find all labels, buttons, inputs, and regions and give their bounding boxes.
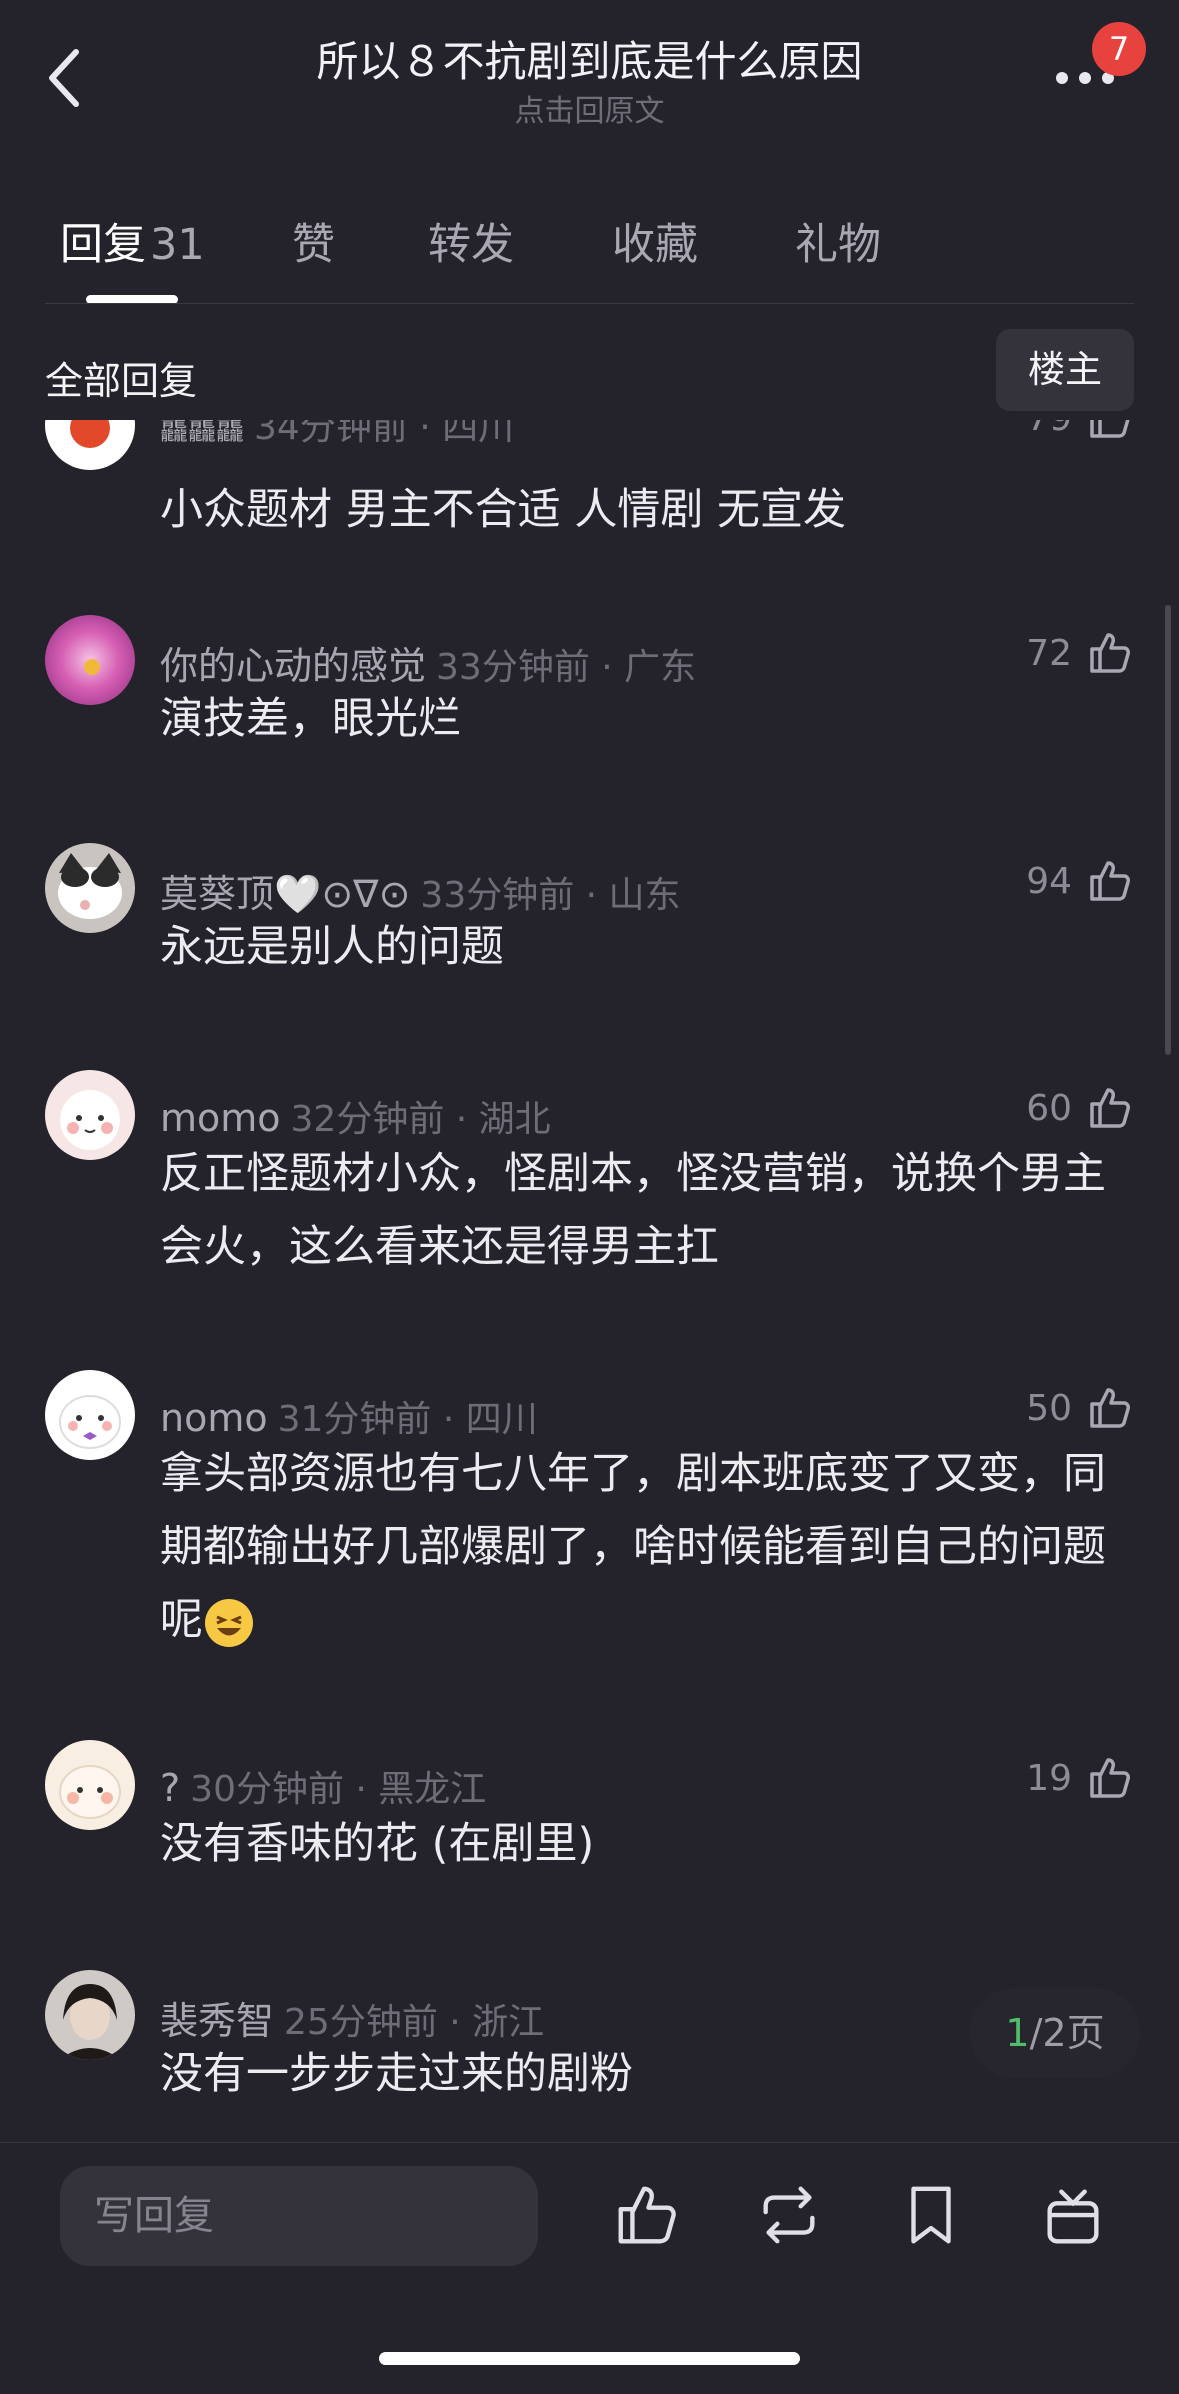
page-current: 1 bbox=[1005, 2011, 1030, 2055]
tab-gifts[interactable]: 礼物 bbox=[795, 210, 881, 272]
comment-time: 33分钟前 · 广东 bbox=[436, 647, 697, 688]
op-only-button[interactable]: 楼主 bbox=[996, 329, 1134, 411]
like-icon bbox=[618, 2186, 676, 2244]
like-count: 72 bbox=[1026, 632, 1072, 674]
comment-username[interactable]: 裴秀智 bbox=[160, 1999, 274, 2043]
home-indicator[interactable] bbox=[379, 2352, 800, 2365]
comment-time: 33分钟前 · 山东 bbox=[420, 875, 681, 916]
comment-time: 31分钟前 · 四川 bbox=[277, 1399, 538, 1440]
comment-list[interactable]: 龘龘龘 34分钟前 · 四川 79 小众题材 男主不合适 人情剧 无宣发 你的心动… bbox=[0, 420, 1179, 2140]
tab-replies-count: 31 bbox=[150, 220, 205, 270]
like-button[interactable]: 94 bbox=[1026, 857, 1134, 905]
like-button[interactable]: 19 bbox=[1026, 1754, 1134, 1802]
avatar[interactable] bbox=[45, 843, 135, 933]
repost-icon bbox=[763, 2186, 815, 2244]
cat-avatar-icon bbox=[58, 853, 122, 919]
thumbs-up-icon bbox=[1090, 861, 1130, 901]
laughing-emoji-icon bbox=[205, 1598, 253, 1647]
page-indicator[interactable]: 1/2页 bbox=[970, 1988, 1140, 2078]
comment-time: 25分钟前 · 浙江 bbox=[284, 2002, 545, 2043]
comment-text-content: 拿头部资源也有七八年了，剧本班底变了又变，同期都输出好几部爆剧了，啥时候能看到自… bbox=[160, 1449, 1106, 1645]
person-avatar-icon bbox=[59, 1984, 121, 2060]
comment-meta: 龘龘龘 34分钟前 · 四川 bbox=[160, 420, 514, 450]
like-count: 19 bbox=[1026, 1757, 1072, 1799]
comment-meta: 裴秀智 25分钟前 · 浙江 bbox=[160, 1990, 544, 2045]
comment-username[interactable]: 你的心动的感觉 bbox=[160, 644, 426, 688]
comment-username[interactable]: ? bbox=[160, 1766, 180, 1810]
comment-meta: 莫葵顶🤍⊙∇⊙ 33分钟前 · 山东 bbox=[160, 863, 681, 918]
avatar[interactable] bbox=[45, 1070, 135, 1160]
avatar[interactable] bbox=[45, 420, 135, 470]
notification-badge: 7 bbox=[1092, 22, 1146, 76]
cartoon-avatar-icon bbox=[59, 1395, 121, 1449]
comment-username[interactable]: nomo bbox=[160, 1396, 268, 1440]
like-button[interactable]: 60 bbox=[1026, 1084, 1134, 1132]
tomato-avatar-icon bbox=[70, 420, 110, 448]
avatar[interactable] bbox=[45, 1970, 135, 2060]
gift-button[interactable] bbox=[1038, 2180, 1108, 2250]
page-total: /2页 bbox=[1029, 2011, 1105, 2055]
like-count: 50 bbox=[1026, 1387, 1072, 1429]
tab-reposts[interactable]: 转发 bbox=[428, 210, 514, 272]
tab-favorites[interactable]: 收藏 bbox=[612, 210, 698, 272]
comment-text: 小众题材 男主不合适 人情剧 无宣发 bbox=[160, 485, 847, 535]
thumbs-up-icon bbox=[1090, 1758, 1130, 1798]
comment-time: 32分钟前 · 湖北 bbox=[290, 1099, 551, 1140]
flower-avatar-icon bbox=[84, 659, 100, 675]
comment-text: 永远是别人的问题 bbox=[160, 922, 504, 972]
thumbs-up-icon bbox=[1090, 1088, 1130, 1128]
thumbs-up-icon bbox=[1090, 420, 1130, 438]
comment-text: 演技差，眼光烂 bbox=[160, 694, 461, 744]
comment-meta: ? 30分钟前 · 黑龙江 bbox=[160, 1760, 486, 1812]
like-count: 79 bbox=[1026, 420, 1072, 439]
gift-icon bbox=[1047, 2189, 1099, 2244]
repost-button[interactable] bbox=[754, 2180, 824, 2250]
cartoon-avatar-icon bbox=[59, 1765, 121, 1819]
like-post-button[interactable] bbox=[612, 2180, 682, 2250]
thumbs-up-icon bbox=[1090, 1388, 1130, 1428]
comment-time: 34分钟前 · 四川 bbox=[254, 420, 515, 448]
like-count: 60 bbox=[1026, 1087, 1072, 1129]
all-replies-label: 全部回复 bbox=[45, 359, 198, 403]
divider bbox=[45, 303, 1134, 304]
like-count: 94 bbox=[1026, 860, 1072, 902]
back-to-original-link[interactable]: 点击回原文 bbox=[0, 86, 1179, 130]
comment-username[interactable]: 莫葵顶🤍⊙∇⊙ bbox=[160, 872, 410, 916]
bookmark-button[interactable] bbox=[896, 2180, 966, 2250]
comment-username[interactable]: momo bbox=[160, 1096, 281, 1140]
scrollbar[interactable] bbox=[1165, 605, 1171, 1055]
comment-text: 没有香味的花 (在剧里) bbox=[160, 1819, 595, 1869]
thumbs-up-icon bbox=[1090, 633, 1130, 673]
comment-time: 30分钟前 · 黑龙江 bbox=[190, 1769, 487, 1810]
avatar[interactable] bbox=[45, 1740, 135, 1830]
comment-meta: nomo 31分钟前 · 四川 bbox=[160, 1390, 538, 1442]
tab-replies-label: 回复 bbox=[60, 220, 146, 270]
avatar[interactable] bbox=[45, 1370, 135, 1460]
like-button[interactable]: 50 bbox=[1026, 1384, 1134, 1432]
reply-input[interactable]: 写回复 bbox=[60, 2166, 538, 2266]
tab-replies[interactable]: 回复31 bbox=[60, 210, 205, 272]
tab-likes[interactable]: 赞 bbox=[292, 210, 335, 272]
comment-username[interactable]: 龘龘龘 bbox=[160, 420, 244, 446]
comment-meta: momo 32分钟前 · 湖北 bbox=[160, 1090, 551, 1142]
bookmark-icon bbox=[911, 2186, 951, 2244]
like-button[interactable]: 72 bbox=[1026, 629, 1134, 677]
comment-text: 反正怪题材小众，怪剧本，怪没营销，说换个男主会火，这么看来还是得男主扛 bbox=[160, 1149, 1106, 1272]
like-button[interactable]: 79 bbox=[1026, 420, 1134, 442]
avatar[interactable] bbox=[45, 615, 135, 705]
page-title[interactable]: 所以８不抗剧到底是什么原因 bbox=[0, 28, 1179, 89]
comment-meta: 你的心动的感觉 33分钟前 · 广东 bbox=[160, 635, 696, 690]
cartoon-avatar-icon bbox=[60, 1090, 120, 1150]
comment-text: 拿头部资源也有七八年了，剧本班底变了又变，同期都输出好几部爆剧了，啥时候能看到自… bbox=[160, 1438, 1120, 1657]
